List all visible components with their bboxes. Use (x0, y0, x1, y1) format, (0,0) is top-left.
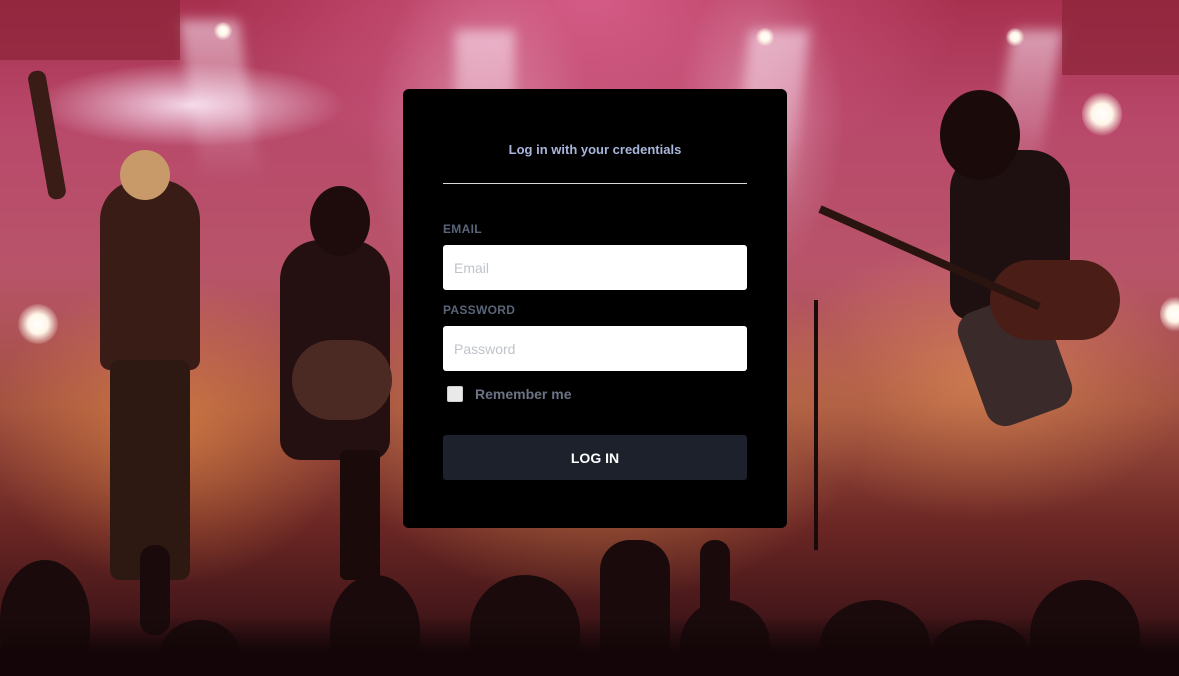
login-button[interactable]: LOG IN (443, 435, 747, 480)
password-field[interactable] (443, 326, 747, 371)
stage-light (214, 22, 232, 40)
singer-head (120, 150, 170, 200)
title-divider (443, 183, 747, 184)
singer-silhouette (100, 180, 200, 370)
singer-arm (26, 69, 68, 201)
bass-guitar (990, 260, 1120, 340)
stage-light (1160, 296, 1179, 332)
remember-me[interactable]: Remember me (443, 384, 747, 404)
login-card: Log in with your credentials EMAIL PASSW… (403, 89, 787, 528)
speaker-box (1062, 0, 1179, 75)
guitar (292, 340, 392, 420)
stage-light (18, 304, 58, 344)
guitarist-head (310, 186, 370, 256)
guitarist-legs (340, 450, 380, 580)
email-label: EMAIL (443, 222, 482, 236)
stage-light (1082, 92, 1122, 136)
email-field[interactable] (443, 245, 747, 290)
remember-me-label[interactable]: Remember me (475, 386, 572, 402)
crowd-hand (700, 540, 730, 620)
stage-light (1006, 28, 1024, 46)
speaker-box (0, 0, 180, 60)
spotlight-beam (178, 20, 262, 180)
crowd (0, 616, 1179, 676)
password-label: PASSWORD (443, 303, 516, 317)
bassist-head (940, 90, 1020, 180)
background-photo: Log in with your credentials EMAIL PASSW… (0, 0, 1179, 676)
mic-stand (814, 300, 818, 550)
remember-me-checkbox[interactable] (447, 386, 463, 402)
stage-light (756, 28, 774, 46)
login-title: Log in with your credentials (508, 142, 682, 157)
